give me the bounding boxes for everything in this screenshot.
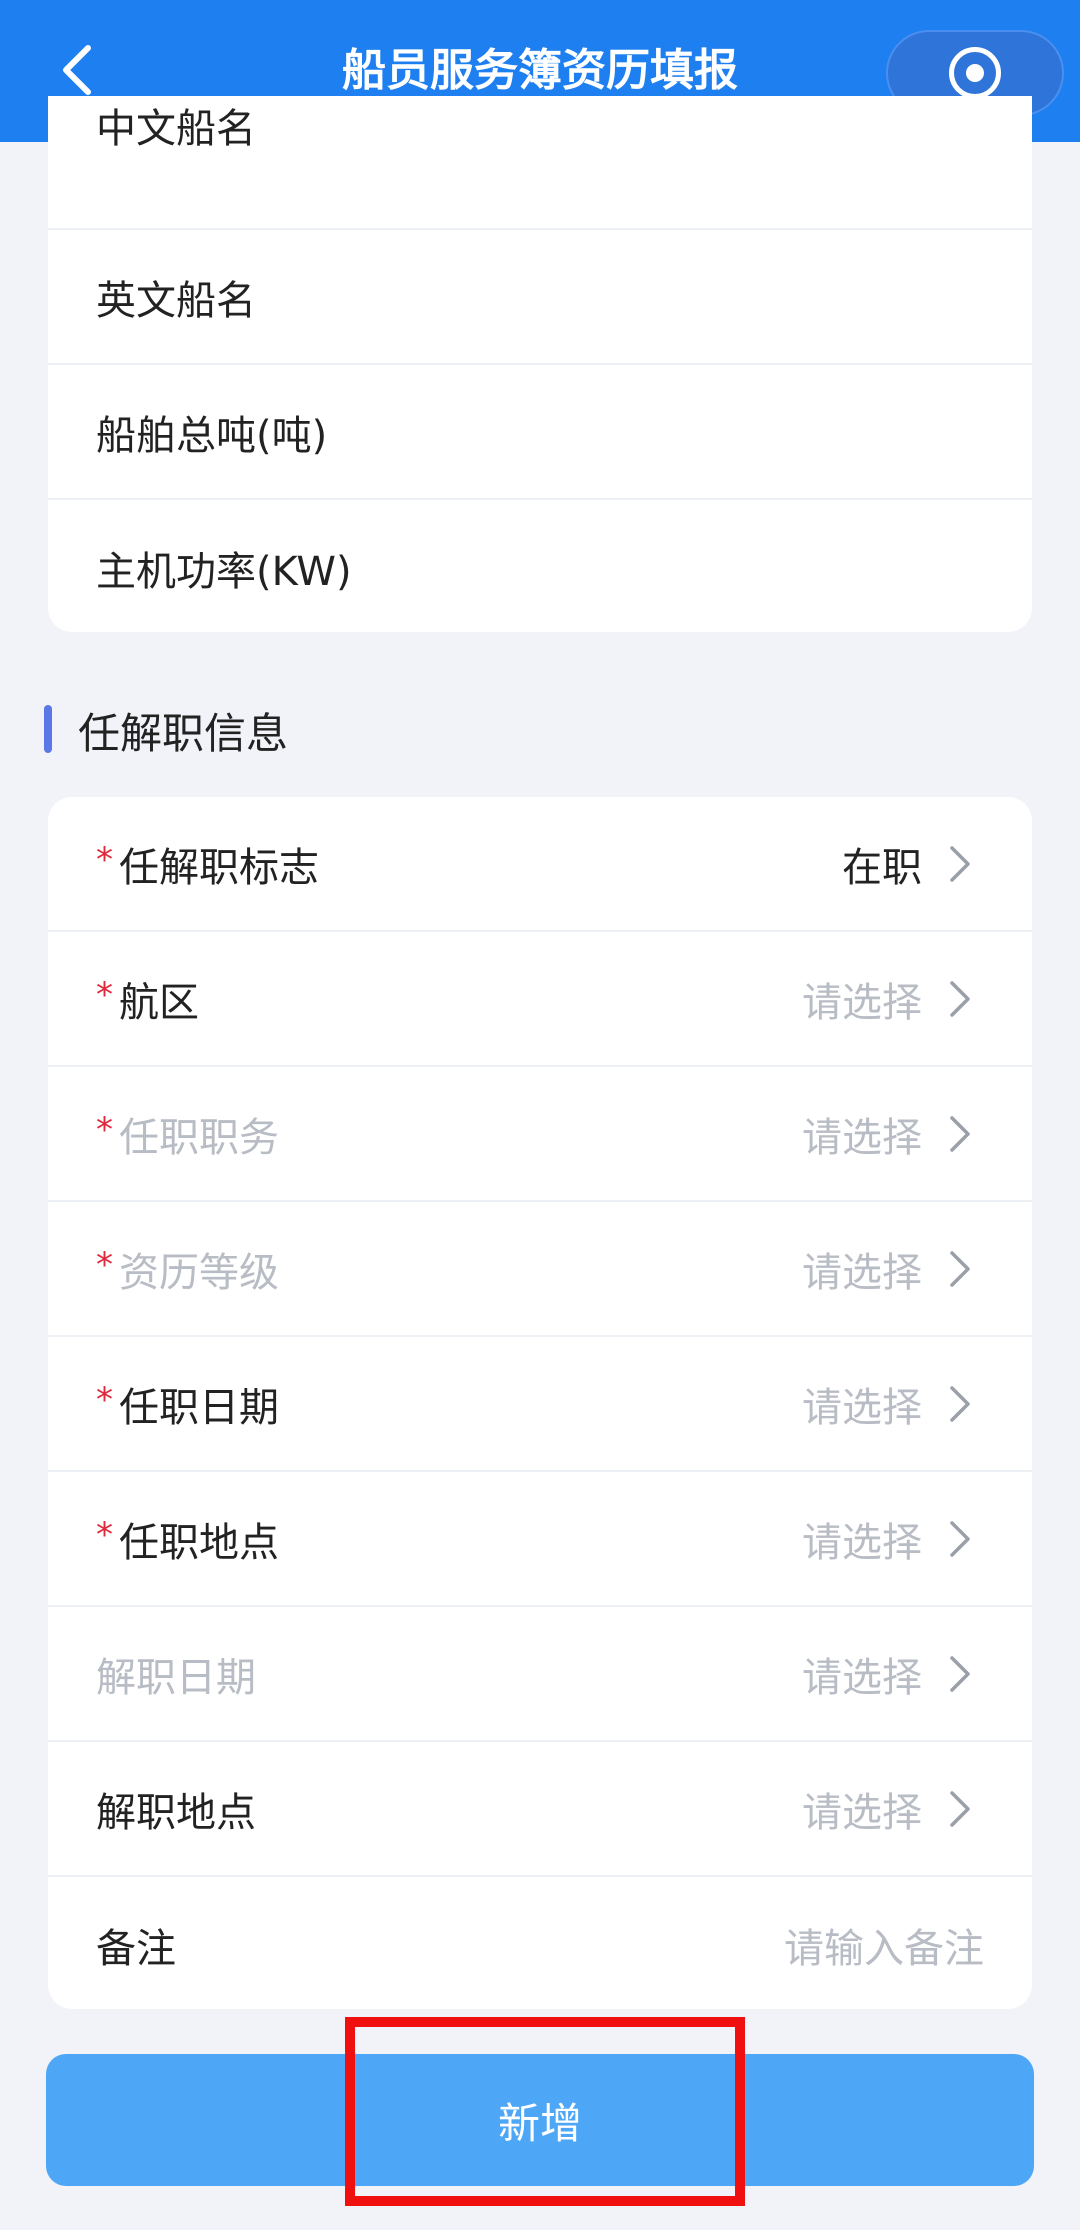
field-qualification-level[interactable]: * 资历等级 请选择 [48, 1202, 1032, 1337]
required-mark: * [96, 974, 113, 1015]
chevron-right-icon [950, 1385, 970, 1422]
required-mark: * [96, 839, 113, 880]
vessel-info-card: 中文船名 英文船名 船舶总吨(吨) 主机功率(KW) [48, 96, 1032, 632]
record-icon[interactable] [949, 47, 1001, 99]
section-indicator [44, 705, 52, 753]
field-label: 解职地点 [96, 1789, 256, 1836]
field-label: * 任解职标志 [96, 839, 319, 891]
field-label: 英文船名 [96, 277, 256, 324]
required-mark: * [96, 1109, 113, 1150]
field-placeholder: 请选择 [802, 1654, 922, 1701]
field-label: * 任职职务 [96, 1109, 279, 1161]
field-label: 船舶总吨(吨) [96, 412, 328, 459]
section-title: 任解职信息 [78, 709, 289, 758]
field-placeholder: 请选择 [802, 1384, 922, 1431]
field-dismissal-date[interactable]: 解职日期 请选择 [48, 1607, 1032, 1742]
field-placeholder: 请选择 [802, 979, 922, 1026]
field-placeholder: 请选择 [802, 1249, 922, 1296]
field-label: * 资历等级 [96, 1244, 279, 1296]
field-placeholder: 请选择 [802, 1114, 922, 1161]
field-label: 解职日期 [96, 1654, 256, 1701]
required-mark: * [96, 1514, 113, 1555]
chevron-right-icon [950, 1250, 970, 1287]
required-mark: * [96, 1379, 113, 1420]
field-label: 备注 [96, 1925, 176, 1972]
field-label: 主机功率(KW) [96, 548, 352, 595]
field-appointment-status[interactable]: * 任解职标志 在职 [48, 797, 1032, 932]
field-appointment-place[interactable]: * 任职地点 请选择 [48, 1472, 1032, 1607]
field-appointment-date[interactable]: * 任职日期 请选择 [48, 1337, 1032, 1472]
field-gross-tonnage[interactable]: 船舶总吨(吨) [48, 365, 1032, 500]
field-remarks[interactable]: 备注 请输入备注 [48, 1877, 1032, 2009]
field-engine-power[interactable]: 主机功率(KW) [48, 500, 1032, 632]
field-chinese-ship-name[interactable]: 中文船名 [48, 96, 1032, 230]
field-position-duty[interactable]: * 任职职务 请选择 [48, 1067, 1032, 1202]
remarks-input[interactable]: 请输入备注 [784, 1877, 984, 2009]
field-label: * 航区 [96, 974, 199, 1026]
field-placeholder: 请选择 [802, 1519, 922, 1566]
chevron-right-icon [950, 980, 970, 1017]
field-navigation-area[interactable]: * 航区 请选择 [48, 932, 1032, 1067]
field-english-ship-name[interactable]: 英文船名 [48, 230, 1032, 365]
required-mark: * [96, 1244, 113, 1285]
field-placeholder: 请选择 [802, 1789, 922, 1836]
chevron-right-icon [950, 1655, 970, 1692]
field-label: * 任职地点 [96, 1514, 279, 1566]
chevron-right-icon [950, 845, 970, 882]
chevron-right-icon [950, 1790, 970, 1827]
field-label: 中文船名 [96, 106, 256, 152]
chevron-right-icon [950, 1520, 970, 1557]
field-dismissal-place[interactable]: 解职地点 请选择 [48, 1742, 1032, 1877]
highlight-box [345, 2017, 745, 2206]
field-value: 在职 [842, 844, 922, 891]
position-info-card: * 任解职标志 在职 * 航区 请选择 * 任职职务 请选择 * 资历等级 请选… [48, 797, 1032, 2009]
chevron-right-icon [950, 1115, 970, 1152]
field-label: * 任职日期 [96, 1379, 279, 1431]
